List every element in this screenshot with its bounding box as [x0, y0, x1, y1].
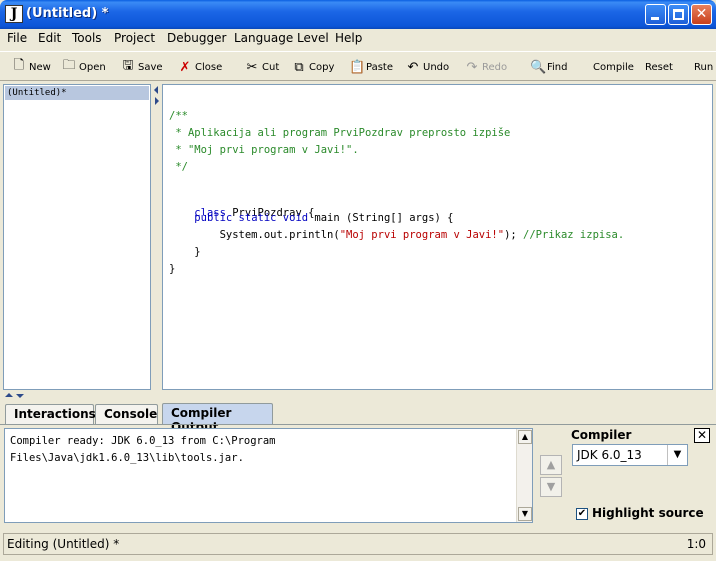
code-line: * "Moj prvi program v Javi!". — [169, 144, 359, 156]
output-scrollbar[interactable]: ▲ ▼ — [516, 429, 532, 522]
tab-divider — [0, 424, 716, 425]
code-line: public static void main (String[] args) … — [194, 212, 454, 224]
status-bar: Editing (Untitled) * 1:0 — [3, 533, 713, 555]
compiler-panel: ▲ ▼ Compiler ✕ JDK 6.0_13 ▼ ✔ Highlight … — [538, 428, 714, 524]
code-comment: //Prikaz izpisa. — [523, 229, 625, 241]
new-button[interactable]: 🗋 New — [12, 57, 51, 77]
binoculars-icon: 🔍 — [530, 59, 547, 75]
compiler-label: Compiler — [571, 428, 632, 442]
highlight-source-checkbox[interactable]: ✔ — [576, 508, 588, 520]
run-label: Run — [694, 61, 714, 73]
scroll-up-icon[interactable]: ▲ — [518, 430, 532, 444]
new-file-icon: 🗋 — [13, 58, 25, 73]
output-line: Compiler ready: JDK 6.0_13 from C:\Progr… — [10, 435, 276, 447]
redo-icon: ↷ — [466, 59, 478, 75]
scroll-down-icon[interactable]: ▼ — [518, 507, 532, 521]
save-icon: 🖫 — [122, 58, 134, 73]
next-error-button[interactable]: ▼ — [540, 477, 562, 497]
code-keyword: public static void — [194, 212, 309, 224]
find-label: Find — [547, 61, 568, 73]
cut-label: Cut — [262, 61, 280, 73]
menu-tools[interactable]: Tools — [72, 31, 102, 45]
code-line: } — [169, 246, 201, 258]
collapse-up-icon[interactable] — [5, 393, 13, 397]
close-label: Close — [195, 61, 223, 73]
close-window-button[interactable]: ✕ — [691, 4, 712, 25]
expand-down-icon[interactable] — [16, 394, 24, 398]
paste-button[interactable]: 📋 Paste — [349, 57, 393, 77]
menu-file[interactable]: File — [7, 31, 27, 45]
reset-label: Reset — [645, 61, 673, 73]
save-button[interactable]: 🖫 Save — [121, 57, 163, 77]
window-title: (Untitled) * — [26, 6, 109, 21]
code-string: "Moj prvi program v Javi!" — [339, 229, 505, 241]
horizontal-splitter[interactable] — [0, 391, 716, 401]
reset-button[interactable]: Reset — [645, 57, 673, 77]
undo-icon: ↶ — [407, 59, 419, 75]
compile-label: Compile — [593, 61, 634, 73]
close-icon: ✕ — [695, 6, 708, 22]
redo-button[interactable]: ↷ Redo — [465, 57, 508, 77]
document-list[interactable]: (Untitled)* — [3, 84, 151, 390]
vertical-splitter[interactable] — [152, 84, 161, 390]
cursor-position: 1:0 — [686, 537, 706, 551]
collapse-left-icon[interactable] — [154, 86, 158, 94]
code-editor[interactable]: /** * Aplikacija ali program PrviPozdrav… — [162, 84, 713, 390]
undo-label: Undo — [423, 61, 450, 73]
previous-error-button[interactable]: ▲ — [540, 455, 562, 475]
code-line: } — [169, 263, 176, 275]
output-line: Files\Java\jdk1.6.0_13\lib\tools.jar. — [10, 452, 244, 464]
status-text: Editing (Untitled) * — [7, 537, 120, 551]
menu-bar: File Edit Tools Project Debugger Languag… — [0, 29, 716, 49]
undo-button[interactable]: ↶ Undo — [406, 57, 450, 77]
expand-right-icon[interactable] — [155, 97, 159, 105]
cut-button[interactable]: ✂ Cut — [245, 57, 280, 77]
code-line: System.out.println("Moj prvi program v J… — [169, 229, 625, 241]
code-line: */ — [169, 161, 188, 173]
menu-help[interactable]: Help — [335, 31, 362, 45]
tab-console[interactable]: Console — [95, 404, 158, 424]
tab-interactions[interactable]: Interactions — [5, 404, 96, 424]
toolbar: 🗋 New 🗀 Open 🖫 Save ✗ Close ✂ Cut ⧉ Copy 📋 Past… — [0, 51, 716, 81]
run-button[interactable]: Run — [694, 57, 713, 77]
compile-button[interactable]: Compile — [593, 57, 634, 77]
paste-label: Paste — [366, 61, 393, 73]
tab-compiler-output[interactable]: Compiler Output — [162, 403, 273, 434]
copy-icon: ⧉ — [294, 59, 304, 75]
find-button[interactable]: 🔍 Find — [530, 57, 568, 77]
app-icon: J — [5, 5, 23, 23]
code-line: * Aplikacija ali program PrviPozdrav pre… — [169, 127, 511, 139]
scissors-icon: ✂ — [246, 59, 258, 75]
copy-label: Copy — [309, 61, 335, 73]
open-folder-icon: 🗀 — [62, 58, 76, 73]
close-file-icon: ✗ — [179, 59, 191, 75]
menu-project[interactable]: Project — [114, 31, 155, 45]
document-item[interactable]: (Untitled)* — [5, 86, 149, 100]
save-label: Save — [138, 61, 163, 73]
code-line: /** — [169, 110, 188, 122]
compiler-output-pane[interactable]: Compiler ready: JDK 6.0_13 from C:\Progr… — [4, 428, 533, 523]
highlight-source-label: Highlight source — [592, 506, 704, 520]
chevron-down-icon[interactable]: ▼ — [667, 445, 687, 465]
compiler-select-value: JDK 6.0_13 — [577, 448, 642, 462]
menu-debugger[interactable]: Debugger — [167, 31, 226, 45]
copy-button[interactable]: ⧉ Copy — [292, 57, 334, 77]
clipboard-icon: 📋 — [349, 59, 366, 75]
new-label: New — [29, 61, 51, 73]
open-button[interactable]: 🗀 Open — [62, 57, 106, 77]
compiler-select[interactable]: JDK 6.0_13 ▼ — [572, 444, 688, 466]
maximize-button[interactable] — [668, 4, 689, 25]
title-bar[interactable]: J (Untitled) * ✕ — [0, 0, 716, 29]
redo-label: Redo — [482, 61, 508, 73]
minimize-button[interactable] — [645, 4, 666, 25]
open-label: Open — [79, 61, 106, 73]
close-button[interactable]: ✗ Close — [178, 57, 223, 77]
menu-language-level[interactable]: Language Level — [234, 31, 329, 45]
menu-edit[interactable]: Edit — [38, 31, 61, 45]
close-panel-icon[interactable]: ✕ — [694, 428, 710, 443]
